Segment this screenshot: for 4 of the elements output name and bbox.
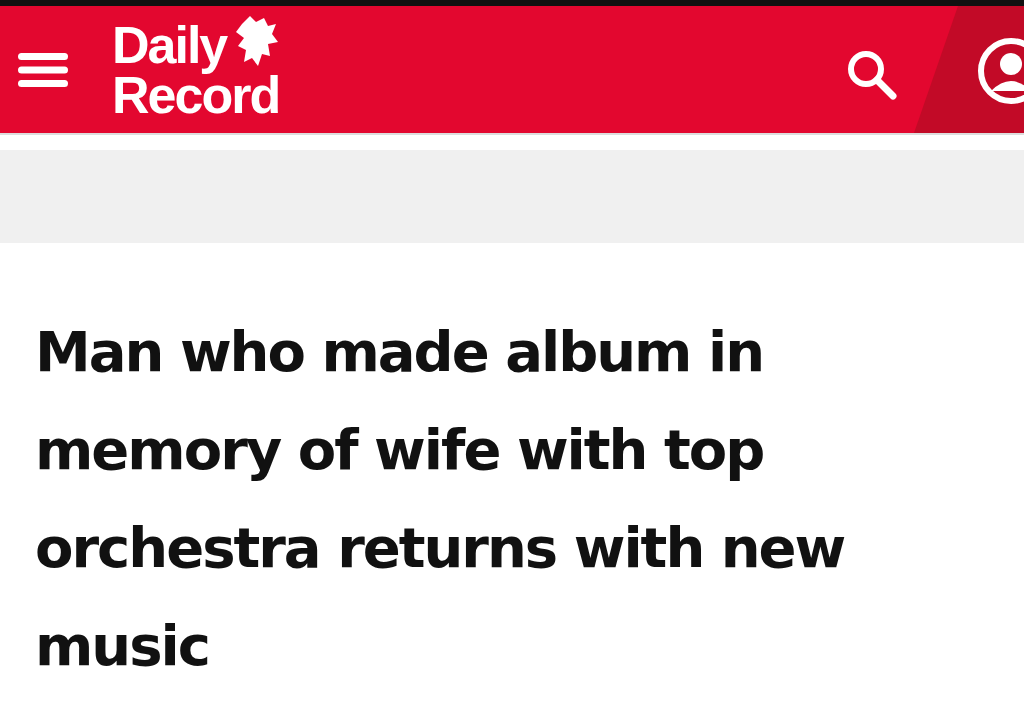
article-headline: Man who made album in memory of wife with top orchestra returns with new music <box>35 318 846 680</box>
search-icon[interactable] <box>845 48 899 102</box>
account-icon[interactable] <box>976 36 1024 106</box>
menu-icon[interactable] <box>18 52 68 87</box>
